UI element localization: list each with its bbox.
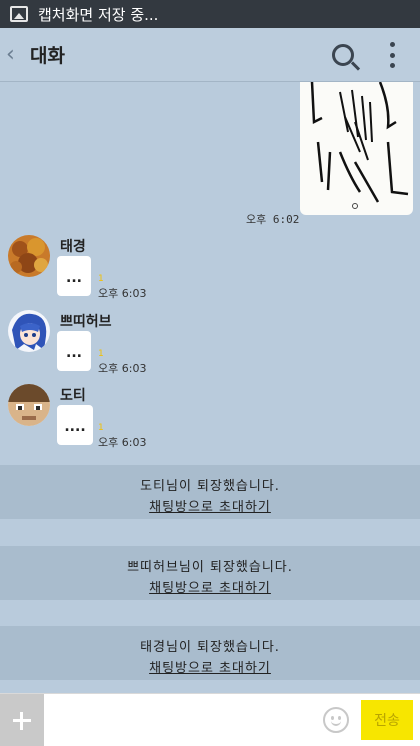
send-button[interactable]: 전송: [361, 700, 413, 740]
message-time: 오후 6:03: [98, 436, 147, 449]
notice-text: 쁘띠허브님이 퇴장했습니다.: [127, 560, 293, 575]
status-notification-text: 캡처화면 저장 중...: [38, 5, 159, 24]
image-message[interactable]: [300, 82, 413, 215]
message-bubble[interactable]: ....: [57, 405, 93, 445]
chat-header: ‹ 대화: [0, 28, 420, 82]
image-icon: [10, 6, 28, 22]
sender-name: 태경: [60, 239, 86, 255]
message-bubble[interactable]: ...: [57, 331, 91, 371]
system-notice: 도티님이 퇴장했습니다. 채팅방으로 초대하기: [0, 465, 420, 519]
search-icon[interactable]: [332, 44, 354, 66]
back-button[interactable]: ‹: [6, 42, 24, 67]
image-indicator-icon: [352, 203, 358, 209]
unread-count: 1: [98, 274, 104, 284]
message-time: 오후 6:03: [98, 362, 147, 375]
status-bar: 캡처화면 저장 중...: [0, 0, 420, 28]
attach-plus-button[interactable]: [0, 694, 44, 746]
page-title: 대화: [30, 45, 65, 67]
notice-text: 태경님이 퇴장했습니다.: [140, 640, 280, 655]
message-input[interactable]: [50, 702, 310, 738]
image-message-time: 오후 6:02: [246, 213, 300, 226]
unread-count: 1: [98, 423, 104, 433]
system-notice: 쁘띠허브님이 퇴장했습니다. 채팅방으로 초대하기: [0, 546, 420, 600]
emoticon-icon[interactable]: [323, 707, 349, 733]
message-time: 오후 6:03: [98, 287, 147, 300]
message-bubble[interactable]: ...: [57, 256, 91, 296]
avatar[interactable]: [8, 235, 50, 277]
invite-link[interactable]: 채팅방으로 초대하기: [0, 496, 420, 515]
invite-link[interactable]: 채팅방으로 초대하기: [0, 657, 420, 676]
sender-name: 쁘띠허브: [60, 314, 112, 330]
sender-name: 도티: [60, 388, 86, 404]
invite-link[interactable]: 채팅방으로 초대하기: [0, 577, 420, 596]
more-options-icon[interactable]: [390, 42, 396, 68]
avatar[interactable]: [8, 384, 50, 426]
unread-count: 1: [98, 349, 104, 359]
avatar[interactable]: [8, 310, 50, 352]
message-input-bar: 전송: [0, 693, 420, 746]
notice-text: 도티님이 퇴장했습니다.: [140, 479, 280, 494]
system-notice: 태경님이 퇴장했습니다. 채팅방으로 초대하기: [0, 626, 420, 680]
